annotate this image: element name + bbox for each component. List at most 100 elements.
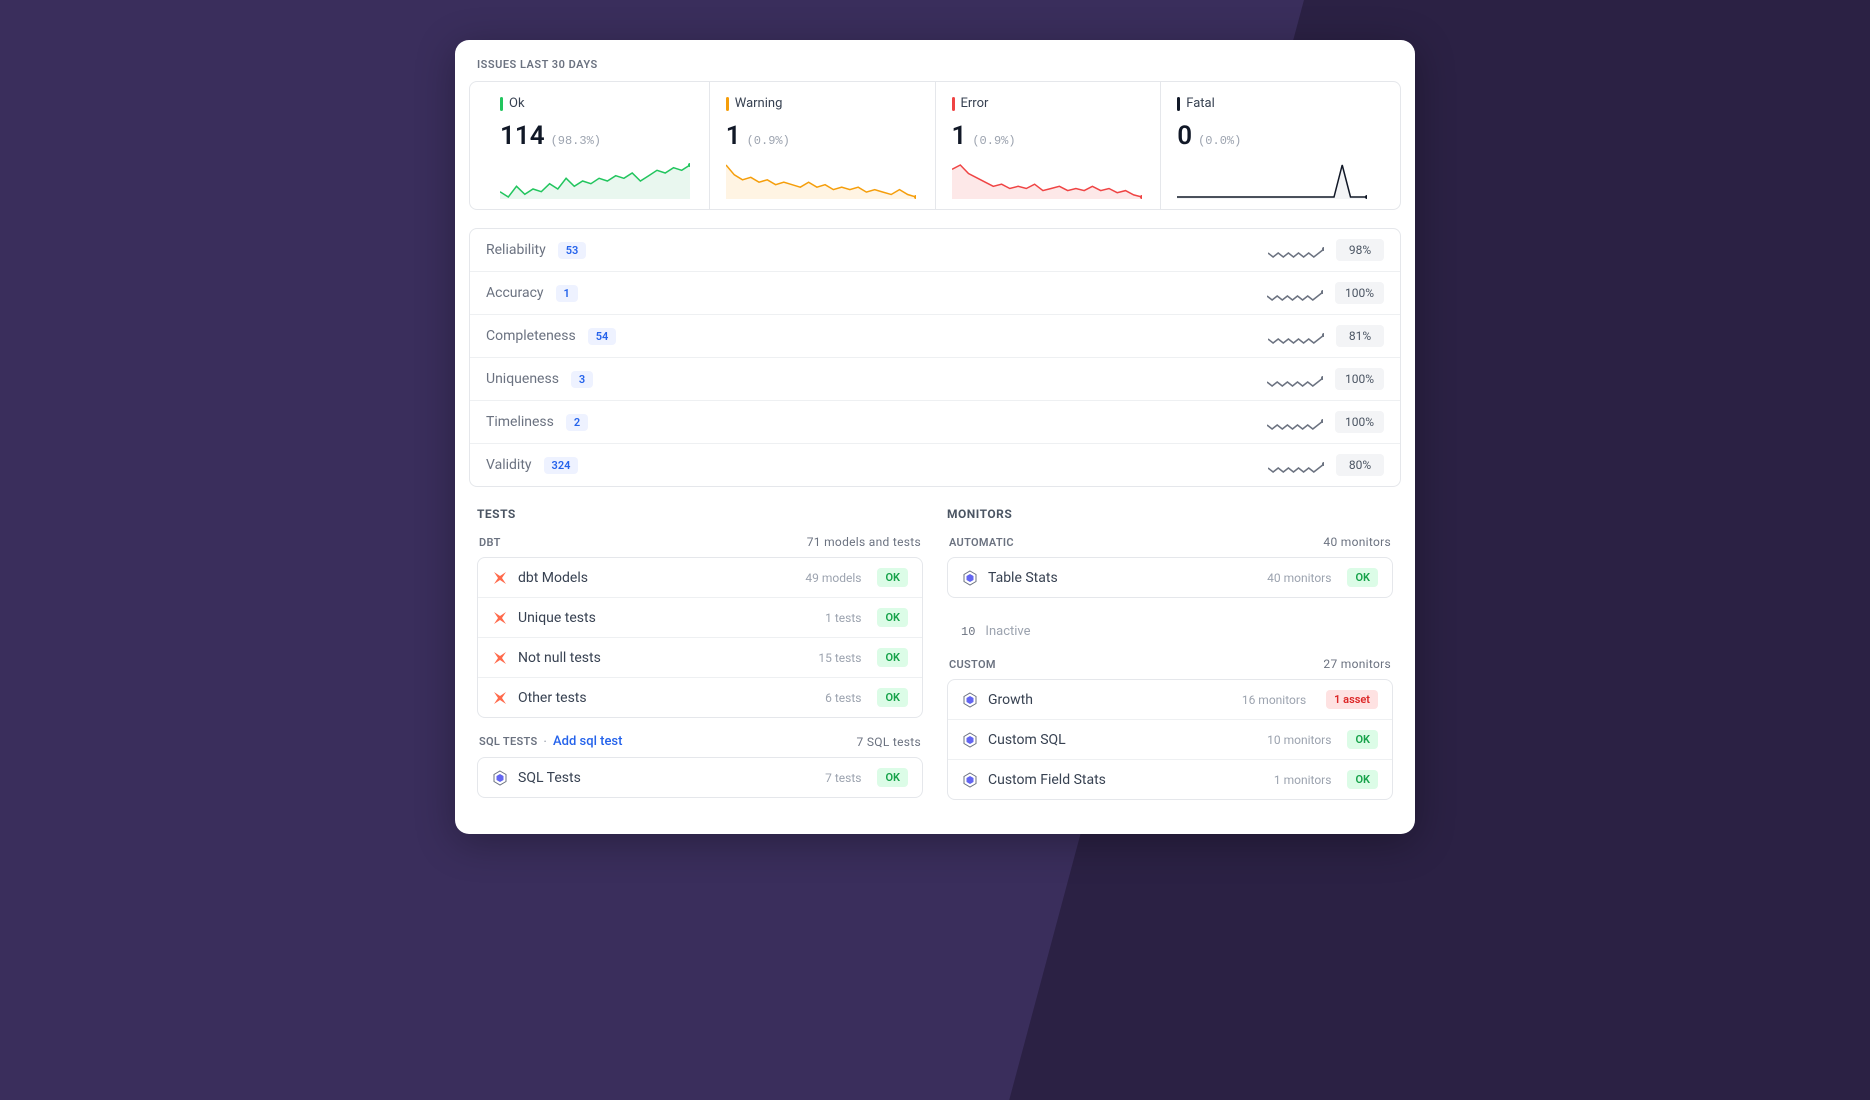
list-item[interactable]: Growth 16 monitors 1 asset bbox=[948, 680, 1392, 720]
status-badge: OK bbox=[877, 768, 908, 787]
status-badge: OK bbox=[877, 568, 908, 587]
issues-cards-row: Ok 114 (98.3%) Warning 1 (0.9%) Error 1 bbox=[469, 81, 1401, 210]
list-item[interactable]: SQL Tests 7 tests OK bbox=[478, 758, 922, 797]
hexagon-icon bbox=[492, 770, 508, 786]
dbt-list: dbt Models 49 models OK Unique tests 1 t… bbox=[477, 557, 923, 718]
item-name: Custom SQL bbox=[988, 732, 1257, 748]
issues-section-title: ISSUES LAST 30 DAYS bbox=[455, 58, 1415, 81]
hexagon-icon bbox=[962, 692, 978, 708]
monitors-column: MONITORS AUTOMATIC 40 monitors Table Sta… bbox=[947, 507, 1393, 816]
hexagon-icon bbox=[962, 570, 978, 586]
inactive-label: Inactive bbox=[985, 624, 1030, 639]
metric-spark-icon bbox=[1267, 287, 1323, 299]
metric-pct: 81% bbox=[1336, 325, 1384, 347]
metric-pct: 98% bbox=[1336, 239, 1384, 261]
metric-pct: 80% bbox=[1336, 454, 1384, 476]
list-item[interactable]: Not null tests 15 tests OK bbox=[478, 638, 922, 678]
item-name: Other tests bbox=[518, 690, 815, 706]
metric-row-uniqueness[interactable]: Uniqueness 3 100% bbox=[470, 358, 1400, 401]
item-name: Custom Field Stats bbox=[988, 772, 1264, 788]
metric-pct: 100% bbox=[1335, 368, 1384, 390]
item-count: 16 monitors bbox=[1242, 693, 1306, 707]
metric-spark-icon bbox=[1268, 244, 1324, 256]
metric-name: Timeliness bbox=[486, 414, 554, 430]
sparkline-icon bbox=[726, 163, 919, 199]
metric-count-badge: 54 bbox=[588, 328, 617, 345]
list-item[interactable]: Custom Field Stats 1 monitors OK bbox=[948, 760, 1392, 799]
metric-count-badge: 53 bbox=[558, 242, 587, 259]
sql-label: SQL TESTS bbox=[479, 735, 537, 748]
status-bar-icon bbox=[726, 97, 729, 111]
metric-spark-icon bbox=[1267, 416, 1323, 428]
issue-card-fatal[interactable]: Fatal 0 (0.0%) bbox=[1161, 82, 1386, 209]
inactive-row[interactable]: 10 Inactive bbox=[947, 614, 1393, 649]
list-item[interactable]: Other tests 6 tests OK bbox=[478, 678, 922, 717]
status-badge: OK bbox=[1347, 568, 1378, 587]
automatic-summary: 40 monitors bbox=[1323, 535, 1391, 549]
item-name: SQL Tests bbox=[518, 770, 815, 786]
dbt-icon bbox=[492, 570, 508, 586]
metric-count-badge: 1 bbox=[556, 285, 578, 302]
separator-dot: · bbox=[543, 735, 547, 748]
list-item[interactable]: dbt Models 49 models OK bbox=[478, 558, 922, 598]
hexagon-icon bbox=[962, 732, 978, 748]
dbt-icon bbox=[492, 610, 508, 626]
list-item[interactable]: Unique tests 1 tests OK bbox=[478, 598, 922, 638]
issue-card-warning[interactable]: Warning 1 (0.9%) bbox=[710, 82, 936, 209]
list-item[interactable]: Custom SQL 10 monitors OK bbox=[948, 720, 1392, 760]
issue-card-ok[interactable]: Ok 114 (98.3%) bbox=[484, 82, 710, 209]
item-count: 7 tests bbox=[825, 771, 861, 785]
status-badge: OK bbox=[1347, 730, 1378, 749]
item-count: 6 tests bbox=[825, 691, 861, 705]
item-name: Table Stats bbox=[988, 570, 1257, 586]
add-sql-test-link[interactable]: Add sql test bbox=[553, 734, 622, 749]
issue-label: Warning bbox=[735, 96, 783, 111]
status-badge: OK bbox=[877, 648, 908, 667]
dbt-icon bbox=[492, 650, 508, 666]
metrics-list: Reliability 53 98% Accuracy 1 100% Compl… bbox=[469, 228, 1401, 487]
custom-label: CUSTOM bbox=[949, 658, 996, 671]
custom-summary: 27 monitors bbox=[1323, 657, 1391, 671]
metric-spark-icon bbox=[1268, 459, 1324, 471]
item-count: 15 tests bbox=[818, 651, 861, 665]
metric-name: Uniqueness bbox=[486, 371, 559, 387]
warn-badge: 1 asset bbox=[1326, 690, 1378, 709]
custom-list: Growth 16 monitors 1 asset Custom SQL 10… bbox=[947, 679, 1393, 800]
dashboard-panel: ISSUES LAST 30 DAYS Ok 114 (98.3%) Warni… bbox=[455, 40, 1415, 834]
metric-pct: 100% bbox=[1335, 282, 1384, 304]
issue-label: Error bbox=[961, 96, 989, 111]
metric-row-timeliness[interactable]: Timeliness 2 100% bbox=[470, 401, 1400, 444]
item-name: Not null tests bbox=[518, 650, 808, 666]
status-bar-icon bbox=[952, 97, 955, 111]
metric-row-completeness[interactable]: Completeness 54 81% bbox=[470, 315, 1400, 358]
metric-name: Validity bbox=[486, 457, 532, 473]
status-badge: OK bbox=[1347, 770, 1378, 789]
issue-pct: (98.3%) bbox=[551, 134, 601, 148]
metric-count-badge: 324 bbox=[544, 457, 579, 474]
issue-value: 0 bbox=[1177, 121, 1192, 151]
status-badge: OK bbox=[877, 608, 908, 627]
issue-label: Ok bbox=[509, 96, 525, 111]
metric-pct: 100% bbox=[1335, 411, 1384, 433]
issue-pct: (0.9%) bbox=[972, 134, 1015, 148]
issue-pct: (0.0%) bbox=[1198, 134, 1241, 148]
issue-card-error[interactable]: Error 1 (0.9%) bbox=[936, 82, 1162, 209]
sparkline-icon bbox=[1177, 163, 1370, 199]
dbt-label: DBT bbox=[479, 536, 501, 549]
list-item[interactable]: Table Stats 40 monitors OK bbox=[948, 558, 1392, 597]
metric-row-accuracy[interactable]: Accuracy 1 100% bbox=[470, 272, 1400, 315]
metric-row-validity[interactable]: Validity 324 80% bbox=[470, 444, 1400, 486]
metric-count-badge: 3 bbox=[571, 371, 593, 388]
sql-header: SQL TESTS · Add sql test 7 SQL tests bbox=[477, 734, 923, 757]
status-bar-icon bbox=[1177, 97, 1180, 111]
monitors-title: MONITORS bbox=[947, 507, 1393, 521]
metric-row-reliability[interactable]: Reliability 53 98% bbox=[470, 229, 1400, 272]
sparkline-icon bbox=[952, 163, 1145, 199]
dbt-icon bbox=[492, 690, 508, 706]
sql-list: SQL Tests 7 tests OK bbox=[477, 757, 923, 798]
metric-name: Reliability bbox=[486, 242, 546, 258]
lower-columns: TESTS DBT 71 models and tests dbt Models… bbox=[455, 507, 1415, 816]
item-count: 49 models bbox=[805, 571, 861, 585]
status-badge: OK bbox=[877, 688, 908, 707]
item-count: 10 monitors bbox=[1267, 733, 1331, 747]
